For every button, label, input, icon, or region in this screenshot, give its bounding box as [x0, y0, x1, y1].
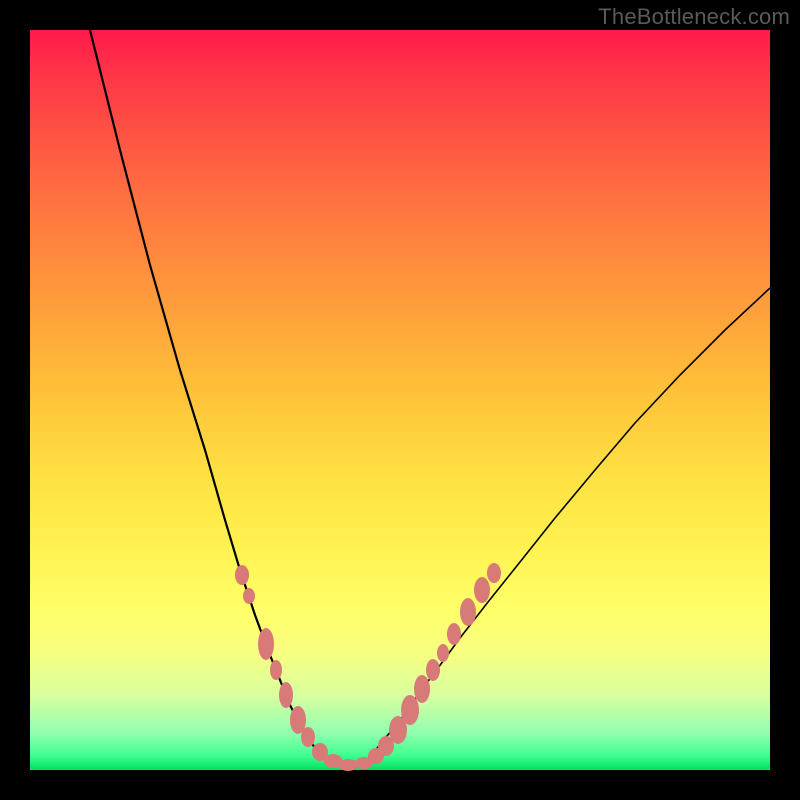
data-marker [401, 695, 419, 725]
data-marker [258, 628, 274, 660]
data-marker [235, 565, 249, 585]
chart-frame: TheBottleneck.com [0, 0, 800, 800]
data-marker [338, 759, 358, 771]
left-branch-curve [90, 30, 330, 762]
data-marker [474, 577, 490, 603]
data-marker [426, 659, 440, 681]
data-marker [487, 563, 501, 583]
data-marker [279, 682, 293, 708]
data-marker [460, 598, 476, 626]
data-marker [301, 727, 315, 747]
watermark-text: TheBottleneck.com [598, 4, 790, 30]
data-marker [437, 644, 449, 662]
curve-svg [30, 30, 770, 770]
data-marker [270, 660, 282, 680]
data-marker [243, 588, 255, 604]
data-marker [447, 623, 461, 645]
marker-group [235, 563, 501, 771]
plot-area [30, 30, 770, 770]
data-marker [414, 675, 430, 703]
